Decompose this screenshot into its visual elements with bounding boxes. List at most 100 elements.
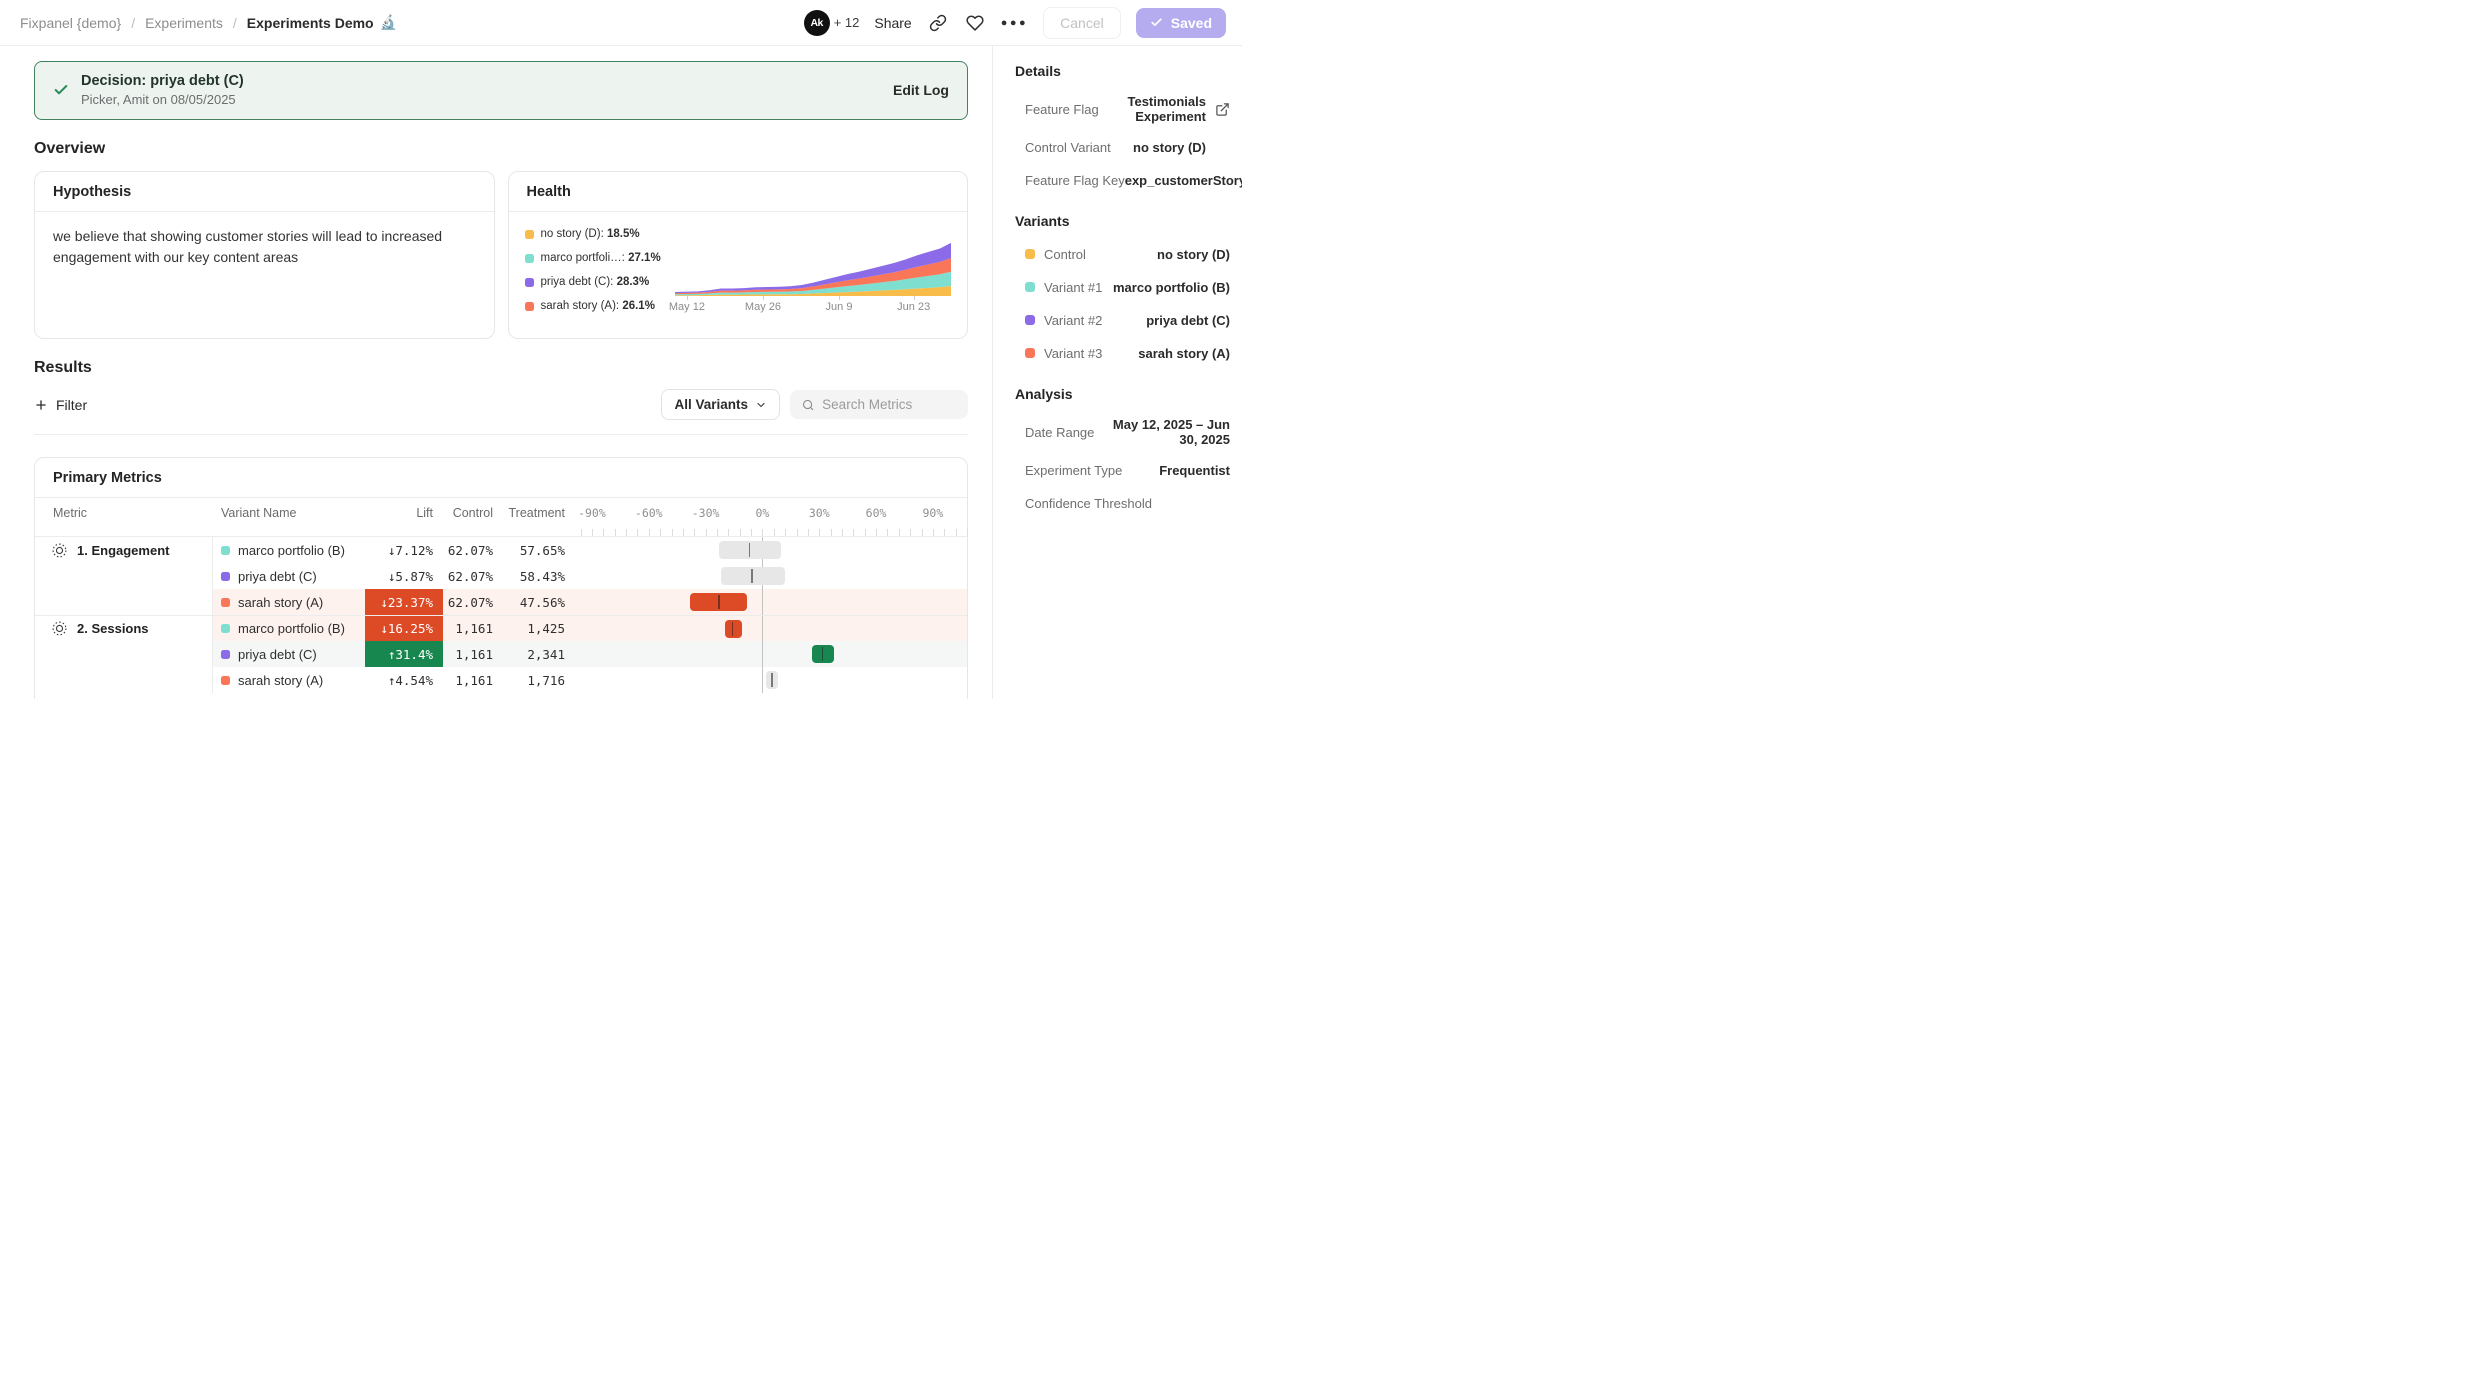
search-metrics-input[interactable]	[822, 397, 956, 412]
lift-axis-labels: -90%-60%-30%0%30%60%90%	[573, 498, 967, 528]
column-header-control: Control	[443, 498, 507, 528]
zero-line	[762, 589, 763, 615]
sidebar-row: Variant #1marco portfolio (B)	[1015, 277, 1230, 297]
plus-icon	[34, 398, 48, 412]
legend-label: no story (D): 18.5%	[541, 228, 640, 240]
experiments-page: Fixpanel {demo} / Experiments / Experime…	[0, 0, 1242, 699]
lift-cell: ↓7.12%	[365, 537, 443, 563]
legend-swatch	[525, 278, 534, 287]
primary-metrics-title: Primary Metrics	[35, 458, 967, 498]
add-filter-button[interactable]: Filter	[34, 397, 87, 413]
details-sidebar: Details Feature FlagTestimonials Experim…	[992, 46, 1242, 699]
cancel-button[interactable]: Cancel	[1043, 7, 1121, 39]
primary-metrics-card: Primary Metrics Metric Variant Name Lift…	[34, 457, 968, 699]
metric-table-row[interactable]: sarah story (A)↑4.54%1,1611,716	[35, 667, 967, 693]
metric-target-icon	[51, 542, 68, 559]
metric-table-row[interactable]: sarah story (A)↓23.37%62.07%47.56%	[35, 589, 967, 615]
metric-table-row[interactable]: priya debt (C)↓5.87%62.07%58.43%	[35, 563, 967, 589]
health-legend-item[interactable]: marco portfoli…: 27.1%	[525, 252, 675, 264]
saved-button[interactable]: Saved	[1136, 8, 1226, 38]
breadcrumb-item-experiments[interactable]: Experiments	[145, 15, 223, 31]
health-card: Health no story (D): 18.5%marco portfoli…	[508, 171, 969, 339]
sidebar-row: Variant #3sarah story (A)	[1015, 343, 1230, 363]
sidebar-row: Controlno story (D)	[1015, 244, 1230, 264]
confidence-interval-plot	[573, 615, 967, 641]
details-section: Details Feature FlagTestimonials Experim…	[1015, 63, 1230, 190]
decision-title: Decision: priya debt (C)	[81, 73, 244, 89]
sidebar-row-value: priya debt (C)	[1146, 313, 1230, 328]
sidebar-row-value: exp_customerStory	[1125, 173, 1242, 188]
variant-cell: priya debt (C)	[213, 641, 365, 667]
header-actions: Ak + 12 Share ●●● Cancel Saved	[804, 7, 1226, 39]
lift-cell: ↑4.54%	[365, 667, 443, 693]
axis-tick-label: -60%	[635, 506, 663, 520]
variant-name: marco portfolio (B)	[238, 543, 345, 558]
metrics-table-header: Metric Variant Name Lift Control Treatme…	[35, 498, 967, 528]
metric-table-row[interactable]: priya debt (C)↑31.4%1,1612,341	[35, 641, 967, 667]
health-legend-item[interactable]: priya debt (C): 28.3%	[525, 276, 675, 288]
lift-cell: ↓5.87%	[365, 563, 443, 589]
main-content: Decision: priya debt (C) Picker, Amit on…	[0, 46, 992, 699]
health-legend-item[interactable]: sarah story (A): 26.1%	[525, 300, 675, 312]
breadcrumb-item-project[interactable]: Fixpanel {demo}	[20, 15, 121, 31]
estimate-marker	[751, 569, 753, 583]
variants-dropdown[interactable]: All Variants	[661, 389, 780, 420]
zero-line	[762, 667, 763, 693]
avatar[interactable]: Ak	[804, 10, 830, 36]
search-metrics-box[interactable]	[790, 390, 968, 419]
x-axis-tick	[839, 296, 840, 300]
metric-table-row[interactable]: 2. Sessionsmarco portfolio (B)↓16.25%1,1…	[35, 615, 967, 641]
legend-swatch	[525, 302, 534, 311]
zero-line	[762, 641, 763, 667]
control-value: 62.07%	[443, 563, 507, 589]
breadcrumb-separator: /	[131, 15, 135, 31]
column-header-lift: Lift	[365, 498, 443, 528]
metric-cell: 2. Sessions	[35, 615, 213, 641]
sidebar-row: Experiment TypeFrequentist	[1015, 460, 1230, 480]
sidebar-row-value: no story (D)	[1133, 140, 1206, 155]
variant-swatch	[1025, 249, 1035, 259]
variant-swatch	[1025, 315, 1035, 325]
metric-cell: 1. Engagement	[35, 537, 213, 563]
variant-swatch	[221, 546, 230, 555]
sidebar-row-value: Frequentist	[1159, 463, 1230, 478]
control-value: 1,161	[443, 641, 507, 667]
estimate-marker	[822, 647, 824, 661]
sidebar-row-label: Control	[1044, 247, 1086, 262]
x-axis-label: May 26	[745, 301, 781, 313]
sidebar-row: Feature FlagTestimonials Experiment	[1015, 94, 1230, 124]
edit-log-button[interactable]: Edit Log	[893, 82, 949, 98]
external-link-icon[interactable]	[1215, 102, 1230, 117]
metric-table-row[interactable]: 1. Engagementmarco portfolio (B)↓7.12%62…	[35, 537, 967, 563]
lift-value: ↑4.54%	[388, 673, 433, 688]
variant-name: priya debt (C)	[238, 647, 317, 662]
share-button[interactable]: Share	[874, 15, 911, 31]
health-chart: May 12May 26Jun 9Jun 23	[675, 224, 952, 324]
lift-axis-tick-strip	[35, 528, 967, 537]
collaborator-avatars[interactable]: Ak + 12	[804, 10, 860, 36]
check-icon	[53, 82, 69, 98]
variants-heading: Variants	[1015, 213, 1230, 229]
confidence-interval-plot	[573, 641, 967, 667]
axis-tick-label: -90%	[578, 506, 606, 520]
metric-target-icon	[51, 620, 68, 637]
sidebar-row-value: May 12, 2025 – Jun 30, 2025	[1094, 417, 1230, 447]
x-axis-label: May 12	[669, 301, 705, 313]
page-title: Experiments Demo	[247, 15, 374, 31]
hypothesis-body: we believe that showing customer stories…	[35, 212, 494, 282]
check-icon	[1150, 16, 1163, 29]
favorite-heart-icon[interactable]	[964, 12, 986, 34]
lift-cell: ↑31.4%	[365, 641, 443, 667]
zero-line	[762, 616, 763, 641]
hypothesis-title: Hypothesis	[35, 172, 494, 212]
copy-link-icon[interactable]	[927, 12, 949, 34]
metric-cell	[35, 641, 213, 667]
more-options-icon[interactable]: ●●●	[1001, 17, 1028, 29]
sidebar-row: Confidence Threshold	[1015, 493, 1230, 513]
health-legend-item[interactable]: no story (D): 18.5%	[525, 228, 675, 240]
axis-tick-label: 60%	[866, 506, 887, 520]
variant-name: marco portfolio (B)	[238, 621, 345, 636]
column-header-treatment: Treatment	[507, 498, 573, 528]
confidence-interval-bar[interactable]	[721, 567, 785, 585]
legend-label: priya debt (C): 28.3%	[541, 276, 650, 288]
